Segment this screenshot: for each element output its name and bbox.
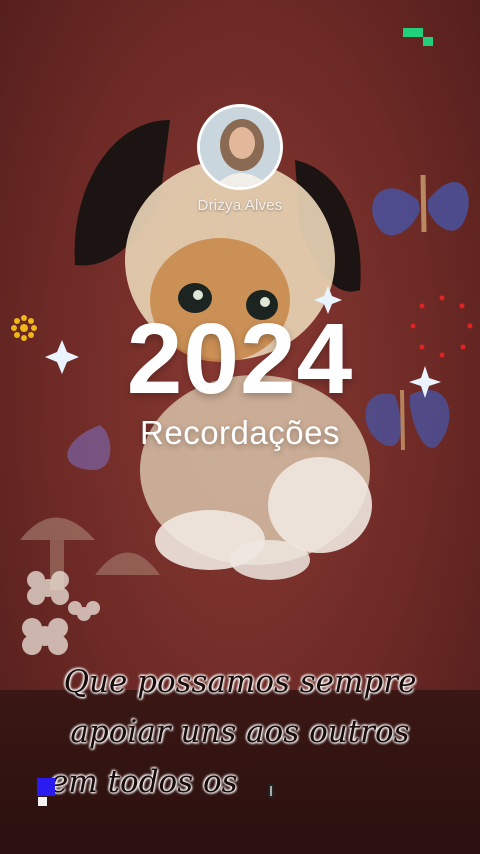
avatar[interactable] [197, 104, 283, 190]
indicator-square-green [423, 37, 433, 46]
memories-subtitle: Recordações [140, 414, 340, 451]
year-title: 2024 [126, 303, 354, 415]
memories-story-screen[interactable]: Drizya Alves 2024 Recordações Que possam… [0, 0, 480, 854]
author-name[interactable]: Drizya Alves [0, 197, 480, 214]
flower-icon [22, 571, 100, 655]
indicator-square-green [403, 28, 423, 37]
caption-line-1: Que possamos sempre [63, 664, 417, 700]
avatar-photo [200, 107, 280, 187]
cursor-icon [268, 784, 274, 798]
caption-line-3: em todos os [50, 764, 238, 800]
indicator-square-white [38, 797, 47, 806]
indicator-square-blue [37, 778, 55, 796]
caption-line-2: apoiar uns aos outros [70, 714, 410, 750]
